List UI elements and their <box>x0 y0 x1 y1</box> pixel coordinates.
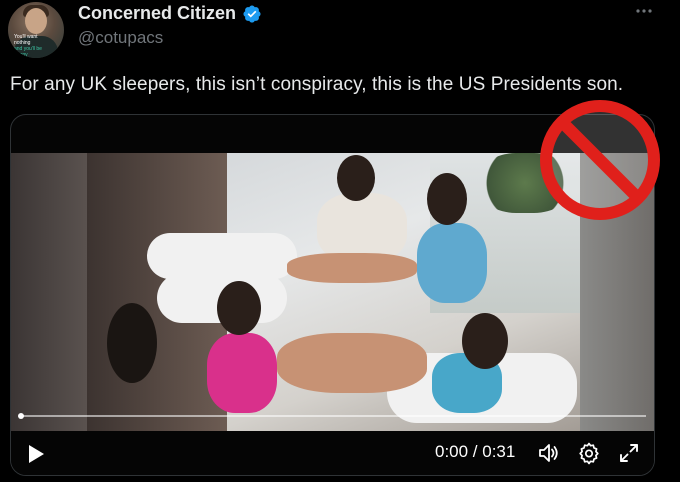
video-time-readout: 0:00 / 0:31 <box>435 442 516 461</box>
volume-icon[interactable] <box>537 441 561 465</box>
scene-figure <box>207 333 277 413</box>
avatar-face <box>25 8 47 34</box>
more-horizontal-icon[interactable] <box>634 4 654 18</box>
verified-badge-icon[interactable] <box>242 4 262 24</box>
gear-icon[interactable] <box>577 441 601 465</box>
avatar-caption-line1: You'll want nothing <box>14 34 38 46</box>
scene-figure-head <box>462 313 508 369</box>
avatar[interactable]: You'll want nothing and you'll be happy <box>8 2 64 58</box>
avatar-caption-line2: and you'll be happy <box>14 46 42 58</box>
video-scene <box>87 153 580 437</box>
author-name-row: Concerned Citizen <box>78 3 262 24</box>
scene-figure-legs <box>287 253 417 283</box>
scene-figure <box>417 223 487 303</box>
author-display-name[interactable]: Concerned Citizen <box>78 3 236 24</box>
expand-icon[interactable] <box>617 441 641 465</box>
video-progress-track[interactable] <box>21 415 646 417</box>
scene-figure-head <box>337 155 375 201</box>
video-progress-knob[interactable] <box>18 413 24 419</box>
play-icon[interactable] <box>25 443 47 465</box>
scene-figure-body <box>277 333 427 393</box>
scene-dog <box>107 303 157 383</box>
tweet-text: For any UK sleepers, this isn’t conspira… <box>10 74 624 95</box>
prohibition-sign-icon <box>540 100 660 220</box>
scene-figure-head <box>217 281 261 335</box>
author-handle[interactable]: @cotupacs <box>78 28 163 48</box>
avatar-caption: You'll want nothing and you'll be happy <box>14 34 54 58</box>
video-blur-left <box>11 153 87 437</box>
scene-figure-head <box>427 173 467 225</box>
